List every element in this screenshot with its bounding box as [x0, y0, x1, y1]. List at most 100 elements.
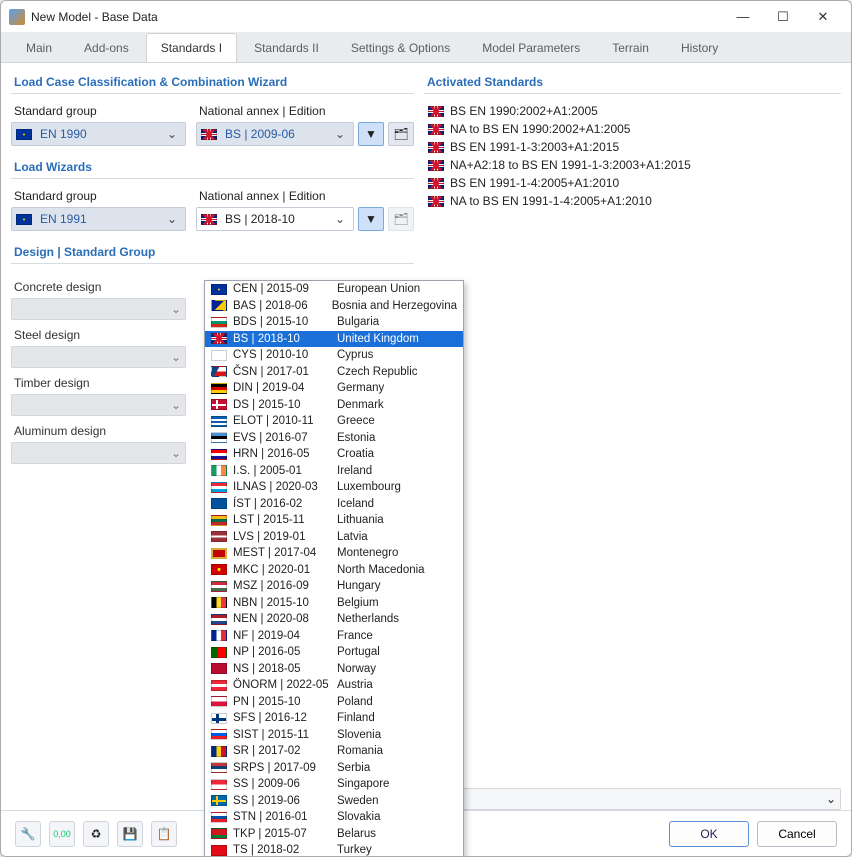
tool-list-button[interactable]: 📋 [151, 821, 177, 847]
tool-save-button[interactable]: 💾 [117, 821, 143, 847]
tool-units-button[interactable]: 🔧 [15, 821, 41, 847]
dropdown-option[interactable]: CYS | 2010-10Cyprus [205, 347, 463, 364]
dropdown-option[interactable]: SIST | 2015-11Slovenia [205, 727, 463, 744]
option-code: NS | 2018-05 [233, 663, 331, 675]
lcc-filter-button[interactable]: ▼ [358, 122, 384, 146]
dropdown-option[interactable]: ILNAS | 2020-03Luxembourg [205, 479, 463, 496]
dropdown-option[interactable]: ELOT | 2010-11Greece [205, 413, 463, 430]
folder-icon: 🗂 [393, 127, 408, 141]
flag-icon [211, 350, 227, 361]
uk-flag-icon [428, 160, 444, 171]
dropdown-option[interactable]: ČSN | 2017-01Czech Republic [205, 364, 463, 381]
lw-filter-button[interactable]: ▼ [358, 207, 384, 231]
dropdown-option[interactable]: EVS | 2016-07Estonia [205, 430, 463, 447]
dropdown-option[interactable]: TS | 2018-02Turkey [205, 842, 463, 857]
dropdown-option[interactable]: BDS | 2015-10Bulgaria [205, 314, 463, 331]
dropdown-option[interactable]: BS | 2018-10United Kingdom [205, 331, 463, 348]
tab-add-ons[interactable]: Add-ons [69, 33, 144, 62]
lcc-group-value: EN 1990 [36, 127, 163, 141]
option-code: SRPS | 2017-09 [233, 762, 331, 774]
annex-dropdown[interactable]: CEN | 2015-09European UnionBAS | 2018-06… [204, 280, 464, 857]
right-bottom-combo[interactable]: ⌄ [424, 788, 841, 810]
dropdown-option[interactable]: CEN | 2015-09European Union [205, 281, 463, 298]
design-combo[interactable]: ⌄ [11, 298, 186, 320]
tab-settings-options[interactable]: Settings & Options [336, 33, 465, 62]
option-code: SR | 2017-02 [233, 745, 331, 757]
option-country: Luxembourg [337, 481, 457, 493]
lcc-group-combo[interactable]: EN 1990 ⌄ [11, 122, 186, 146]
folder-icon: 🗂 [393, 212, 408, 226]
dropdown-option[interactable]: MSZ | 2016-09Hungary [205, 578, 463, 595]
dropdown-option[interactable]: STN | 2016-01Slovakia [205, 809, 463, 826]
design-combo[interactable]: ⌄ [11, 442, 186, 464]
option-code: DIN | 2019-04 [233, 382, 331, 394]
uk-flag-icon [428, 106, 444, 117]
dropdown-option[interactable]: SRPS | 2017-09Serbia [205, 760, 463, 777]
dropdown-option[interactable]: LVS | 2019-01Latvia [205, 529, 463, 546]
dropdown-option[interactable]: I.S. | 2005-01Ireland [205, 463, 463, 480]
flag-icon [211, 366, 227, 377]
activated-item[interactable]: BS EN 1991-1-4:2005+A1:2010 [424, 174, 841, 192]
option-country: Latvia [337, 531, 457, 543]
lw-annex-combo[interactable]: BS | 2018-10 ⌄ [196, 207, 354, 231]
dropdown-option[interactable]: HRN | 2016-05Croatia [205, 446, 463, 463]
cancel-button[interactable]: Cancel [757, 821, 837, 847]
flag-icon [211, 284, 227, 295]
dropdown-option[interactable]: LST | 2015-11Lithuania [205, 512, 463, 529]
tool-precision-button[interactable]: 0,00 [49, 821, 75, 847]
option-code: ÍST | 2016-02 [233, 498, 331, 510]
flag-icon [211, 432, 227, 443]
dropdown-option[interactable]: NEN | 2020-08Netherlands [205, 611, 463, 628]
dropdown-option[interactable]: NP | 2016-05Portugal [205, 644, 463, 661]
dropdown-option[interactable]: SFS | 2016-12Finland [205, 710, 463, 727]
tab-terrain[interactable]: Terrain [597, 33, 664, 62]
dropdown-option[interactable]: DIN | 2019-04Germany [205, 380, 463, 397]
dropdown-option[interactable]: SR | 2017-02Romania [205, 743, 463, 760]
tab-main[interactable]: Main [11, 33, 67, 62]
ok-button[interactable]: OK [669, 821, 749, 847]
tab-history[interactable]: History [666, 33, 733, 62]
flag-icon [211, 696, 227, 707]
chevron-down-icon: ⌄ [171, 302, 181, 316]
lw-group-combo[interactable]: EN 1991 ⌄ [11, 207, 186, 231]
dropdown-option[interactable]: MEST | 2017-04Montenegro [205, 545, 463, 562]
activated-item-label: BS EN 1990:2002+A1:2005 [450, 104, 598, 118]
lcc-annex-combo[interactable]: BS | 2009-06 ⌄ [196, 122, 354, 146]
lcc-annex-value: BS | 2009-06 [221, 127, 331, 141]
minimize-button[interactable]: — [723, 5, 763, 29]
tool-refresh-button[interactable]: ♻ [83, 821, 109, 847]
lcc-manage-button[interactable]: 🗂 [388, 122, 414, 146]
dropdown-option[interactable]: TKP | 2015-07Belarus [205, 826, 463, 843]
dropdown-option[interactable]: ÖNORM | 2022-05Austria [205, 677, 463, 694]
flag-icon [211, 845, 227, 856]
option-country: Bosnia and Herzegovina [332, 300, 457, 312]
option-code: TS | 2018-02 [233, 844, 331, 856]
dropdown-option[interactable]: NF | 2019-04France [205, 628, 463, 645]
tab-standards-ii[interactable]: Standards II [239, 33, 334, 62]
dropdown-option[interactable]: BAS | 2018-06Bosnia and Herzegovina [205, 298, 463, 315]
activated-item[interactable]: BS EN 1990:2002+A1:2005 [424, 102, 841, 120]
design-combo[interactable]: ⌄ [11, 346, 186, 368]
dropdown-option[interactable]: SS | 2019-06Sweden [205, 793, 463, 810]
activated-item[interactable]: NA to BS EN 1991-1-4:2005+A1:2010 [424, 192, 841, 210]
dropdown-option[interactable]: MKC | 2020-01North Macedonia [205, 562, 463, 579]
dropdown-option[interactable]: ÍST | 2016-02Iceland [205, 496, 463, 513]
tab-model-parameters[interactable]: Model Parameters [467, 33, 595, 62]
activated-item[interactable]: BS EN 1991-1-3:2003+A1:2015 [424, 138, 841, 156]
uk-flag-icon [428, 124, 444, 135]
tab-standards-i[interactable]: Standards I [146, 33, 237, 62]
option-country: Finland [337, 712, 457, 724]
activated-item[interactable]: NA+A2:18 to BS EN 1991-1-3:2003+A1:2015 [424, 156, 841, 174]
activated-item[interactable]: NA to BS EN 1990:2002+A1:2005 [424, 120, 841, 138]
close-button[interactable]: ✕ [803, 5, 843, 29]
uk-flag-icon [201, 129, 217, 140]
maximize-button[interactable]: ☐ [763, 5, 803, 29]
dropdown-option[interactable]: PN | 2015-10Poland [205, 694, 463, 711]
dropdown-option[interactable]: NS | 2018-05Norway [205, 661, 463, 678]
eu-flag-icon [16, 129, 32, 140]
dropdown-option[interactable]: SS | 2009-06Singapore [205, 776, 463, 793]
option-code: I.S. | 2005-01 [233, 465, 331, 477]
dropdown-option[interactable]: NBN | 2015-10Belgium [205, 595, 463, 612]
design-combo[interactable]: ⌄ [11, 394, 186, 416]
dropdown-option[interactable]: DS | 2015-10Denmark [205, 397, 463, 414]
